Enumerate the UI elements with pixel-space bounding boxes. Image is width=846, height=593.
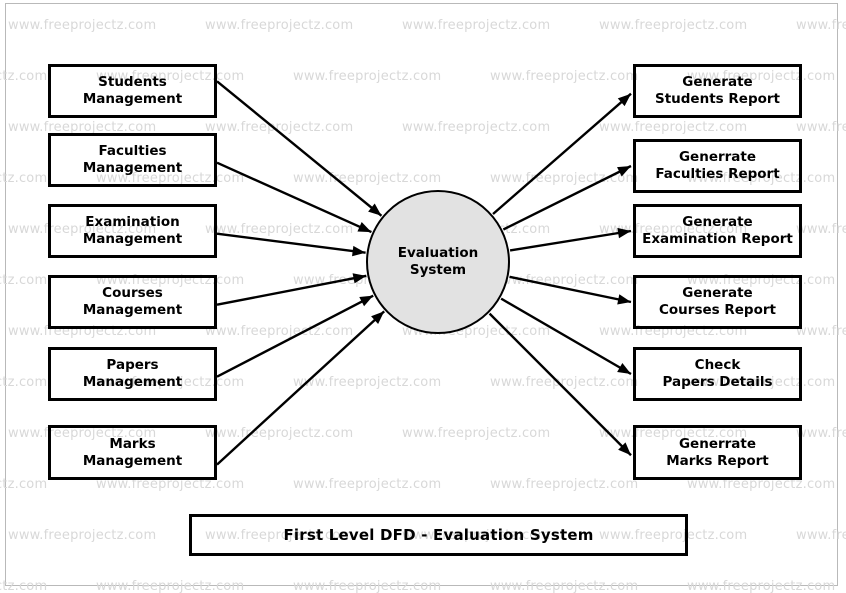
node-label: Students Management xyxy=(82,74,183,107)
diagram-title-box: First Level DFD - Evaluation System xyxy=(189,514,688,556)
external-entity-generate-students-report[interactable]: Generate Students Report xyxy=(633,64,802,118)
process-label: Evaluation System xyxy=(397,245,479,278)
external-entity-generate-courses-report[interactable]: Generate Courses Report xyxy=(633,275,802,329)
node-label: Generate Students Report xyxy=(654,74,780,107)
node-label: Marks Management xyxy=(82,435,183,469)
external-entity-students-management[interactable]: Students Management xyxy=(48,64,217,118)
node-label: Papers Management xyxy=(82,357,183,390)
diagram-layer: Students Management Faculties Management E… xyxy=(0,0,846,593)
node-label: Generate Examination Report xyxy=(642,214,793,247)
external-entity-check-papers-details[interactable]: Check Papers Details xyxy=(633,347,802,401)
external-entity-generrate-faculties-report[interactable]: Generrate Faculties Report xyxy=(633,139,802,193)
node-label: Examination Management xyxy=(82,214,183,247)
node-label: Generrate Marks Report xyxy=(666,435,769,469)
external-entity-marks-management[interactable]: Marks Management xyxy=(48,425,217,480)
external-entity-examination-management[interactable]: Examination Management xyxy=(48,204,217,258)
diagram-title: First Level DFD - Evaluation System xyxy=(283,526,594,544)
process-evaluation-system[interactable]: Evaluation System xyxy=(366,190,510,334)
node-label: Courses Management xyxy=(82,285,183,318)
external-entity-courses-management[interactable]: Courses Management xyxy=(48,275,217,329)
external-entity-generrate-marks-report[interactable]: Generrate Marks Report xyxy=(633,425,802,480)
node-label: Generate Courses Report xyxy=(659,285,776,318)
external-entity-generate-examination-report[interactable]: Generate Examination Report xyxy=(633,204,802,258)
dfd-canvas: www.freeprojectz.com www.freeprojectz.com… xyxy=(0,0,846,593)
external-entity-papers-management[interactable]: Papers Management xyxy=(48,347,217,401)
node-label: Generrate Faculties Report xyxy=(655,149,780,182)
node-label: Check Papers Details xyxy=(662,357,773,390)
node-label: Faculties Management xyxy=(82,143,183,176)
external-entity-faculties-management[interactable]: Faculties Management xyxy=(48,133,217,187)
